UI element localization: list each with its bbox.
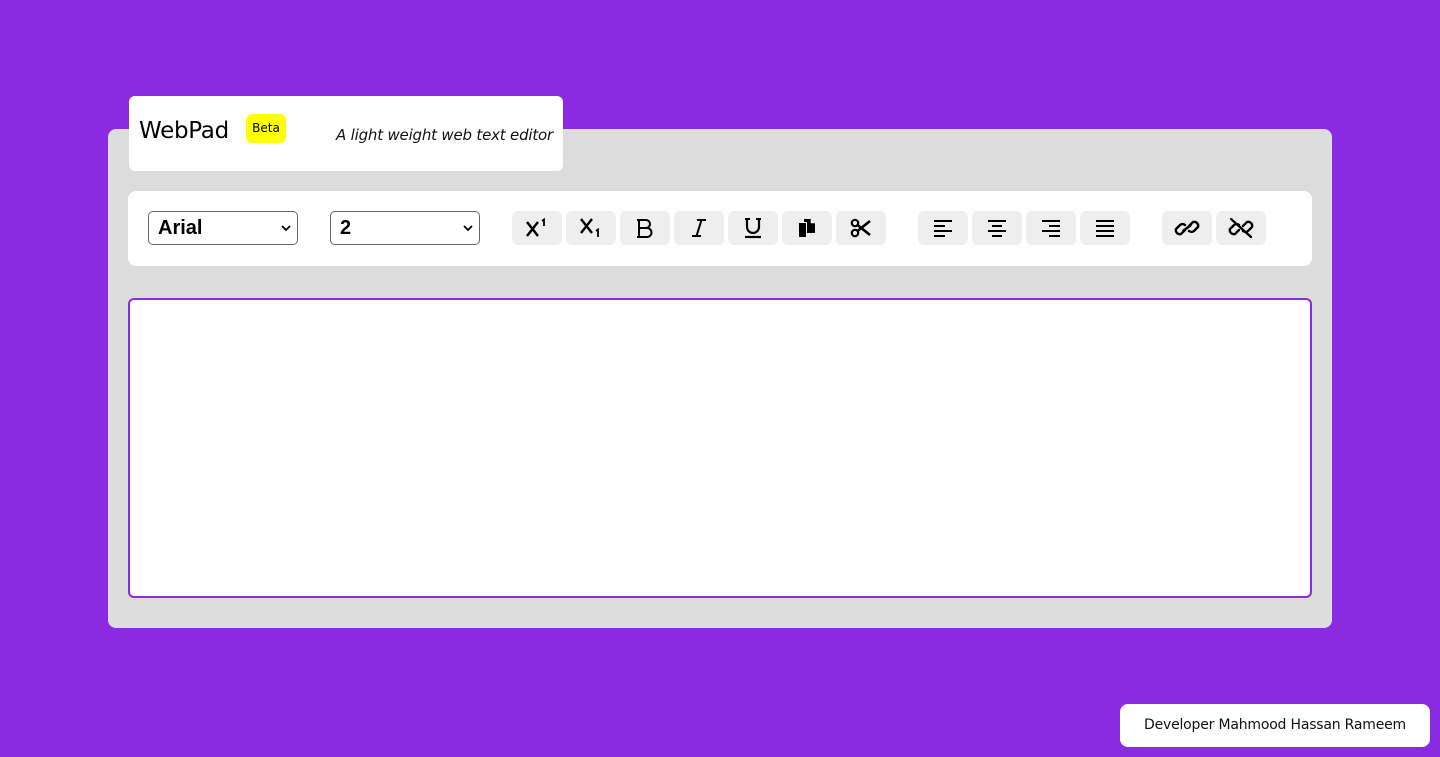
page: WebPad Beta A light weight web text edit… <box>0 0 1440 757</box>
unlink-button[interactable] <box>1216 211 1266 245</box>
link-icon <box>1174 220 1200 236</box>
italic-icon <box>692 219 706 237</box>
copy-icon <box>799 219 815 237</box>
copy-button[interactable] <box>782 211 832 245</box>
link-button[interactable] <box>1162 211 1212 245</box>
align-left-button[interactable] <box>918 211 968 245</box>
text-editor-area[interactable] <box>128 298 1312 598</box>
font-size-value: 2 <box>340 217 352 239</box>
brand-header: WebPad Beta A light weight web text edit… <box>129 96 563 171</box>
align-justify-icon <box>1096 220 1114 237</box>
font-family-value: Arial <box>158 217 203 239</box>
align-center-icon <box>988 220 1006 237</box>
superscript-button[interactable] <box>512 211 562 245</box>
brand-name: WebPad <box>139 118 229 144</box>
unlink-icon <box>1228 217 1254 239</box>
chevron-down-icon <box>463 225 473 232</box>
italic-button[interactable] <box>674 211 724 245</box>
font-size-select[interactable]: 2 <box>330 211 480 245</box>
chevron-down-icon <box>281 225 291 232</box>
bold-button[interactable] <box>620 211 670 245</box>
beta-badge: Beta <box>246 114 286 143</box>
align-center-button[interactable] <box>972 211 1022 245</box>
cut-button[interactable] <box>836 211 886 245</box>
formatting-toolbar: Arial 2 <box>128 191 1312 266</box>
subscript-icon <box>580 218 599 237</box>
bold-icon <box>637 219 653 238</box>
justify-button[interactable] <box>1080 211 1130 245</box>
underline-button[interactable] <box>728 211 778 245</box>
superscript-icon <box>526 218 545 237</box>
align-left-icon <box>934 220 952 237</box>
underline-icon <box>745 218 761 239</box>
font-family-select[interactable]: Arial <box>148 211 298 245</box>
scissors-icon <box>850 218 871 238</box>
developer-credit: Developer Mahmood Hassan Rameem <box>1120 704 1430 747</box>
align-right-icon <box>1042 220 1060 237</box>
align-right-button[interactable] <box>1026 211 1076 245</box>
subscript-button[interactable] <box>566 211 616 245</box>
tagline: A light weight web text editor <box>336 126 553 144</box>
